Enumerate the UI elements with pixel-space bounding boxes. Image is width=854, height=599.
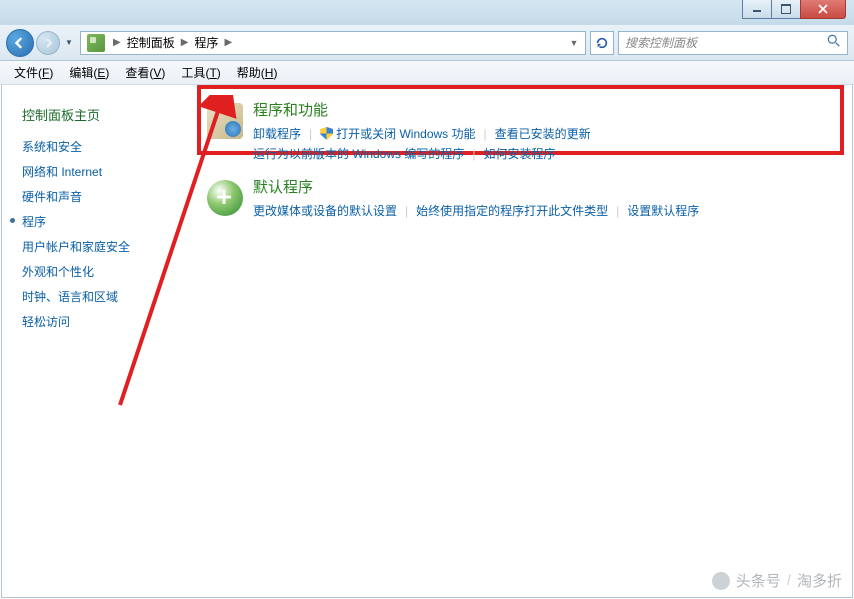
sidebar-item-network[interactable]: 网络和 Internet (22, 163, 197, 180)
sidebar-item-programs[interactable]: 程序 (22, 213, 197, 230)
sidebar-title[interactable]: 控制面板主页 (22, 105, 197, 124)
menu-file[interactable]: 文件(F) (6, 64, 61, 81)
title-bar (0, 0, 854, 25)
chevron-right-icon: ▶ (220, 37, 236, 48)
sidebar-item-clock-lang[interactable]: 时钟、语言和区域 (22, 288, 197, 305)
forward-button[interactable] (36, 31, 60, 55)
refresh-button[interactable] (590, 31, 614, 55)
link-windows-features[interactable]: 打开或关闭 Windows 功能 (320, 124, 475, 144)
menu-view[interactable]: 查看(V) (117, 64, 173, 81)
link-how-install[interactable]: 如何安装程序 (483, 144, 555, 164)
maximize-button[interactable] (771, 0, 801, 19)
watermark: 头条号 / 淘多折 (712, 570, 842, 591)
sidebar: 控制面板主页 系统和安全 网络和 Internet 硬件和声音 程序 用户帐户和… (2, 85, 197, 597)
close-button[interactable] (800, 0, 846, 19)
section-default-programs: 默认程序 更改媒体或设备的默认设置 | 始终使用指定的程序打开此文件类型 | 设… (203, 176, 842, 221)
main-content: 程序和功能 卸载程序 | 打开或关闭 Windows 功能 | 查看已安装的更新… (197, 85, 852, 597)
content-body: 控制面板主页 系统和安全 网络和 Internet 硬件和声音 程序 用户帐户和… (1, 85, 853, 598)
link-run-legacy[interactable]: 运行为以前版本的 Windows 编写的程序 (253, 144, 464, 164)
minimize-button[interactable] (742, 0, 772, 19)
link-view-updates[interactable]: 查看已安装的更新 (495, 124, 591, 144)
breadcrumb-segment[interactable]: 控制面板 (125, 34, 177, 51)
link-always-open-with[interactable]: 始终使用指定的程序打开此文件类型 (416, 201, 608, 221)
programs-features-icon (207, 103, 243, 139)
menu-tools[interactable]: 工具(T) (173, 64, 228, 81)
section-programs-features: 程序和功能 卸载程序 | 打开或关闭 Windows 功能 | 查看已安装的更新… (203, 99, 842, 164)
link-set-default-programs[interactable]: 设置默认程序 (627, 201, 699, 221)
sidebar-item-system-security[interactable]: 系统和安全 (22, 138, 197, 155)
sidebar-item-ease-access[interactable]: 轻松访问 (22, 313, 197, 330)
menu-help[interactable]: 帮助(H) (229, 64, 286, 81)
sidebar-item-user-accounts[interactable]: 用户帐户和家庭安全 (22, 238, 197, 255)
section-title[interactable]: 默认程序 (253, 176, 842, 197)
link-uninstall-program[interactable]: 卸载程序 (253, 124, 301, 144)
address-dropdown[interactable]: ▼ (565, 38, 583, 48)
link-change-media-defaults[interactable]: 更改媒体或设备的默认设置 (253, 201, 397, 221)
search-icon (827, 34, 841, 51)
watermark-logo-icon (712, 572, 730, 590)
default-programs-icon (207, 180, 243, 216)
chevron-right-icon: ▶ (109, 37, 125, 48)
section-title[interactable]: 程序和功能 (253, 99, 842, 120)
menu-bar: 文件(F) 编辑(E) 查看(V) 工具(T) 帮助(H) (0, 61, 854, 85)
search-placeholder: 搜索控制面板 (625, 34, 697, 51)
breadcrumb-segment[interactable]: 程序 (192, 34, 220, 51)
sidebar-item-hardware[interactable]: 硬件和声音 (22, 188, 197, 205)
chevron-right-icon: ▶ (177, 37, 193, 48)
sidebar-item-appearance[interactable]: 外观和个性化 (22, 263, 197, 280)
menu-edit[interactable]: 编辑(E) (61, 64, 117, 81)
control-panel-icon (87, 34, 105, 52)
shield-icon (320, 127, 333, 140)
window-controls (743, 0, 846, 19)
back-button[interactable] (6, 29, 34, 57)
address-bar[interactable]: ▶ 控制面板 ▶ 程序 ▶ ▼ (80, 31, 586, 55)
search-input[interactable]: 搜索控制面板 (618, 31, 848, 55)
nav-history-dropdown[interactable]: ▼ (62, 38, 76, 47)
navigation-bar: ▼ ▶ 控制面板 ▶ 程序 ▶ ▼ 搜索控制面板 (0, 25, 854, 61)
